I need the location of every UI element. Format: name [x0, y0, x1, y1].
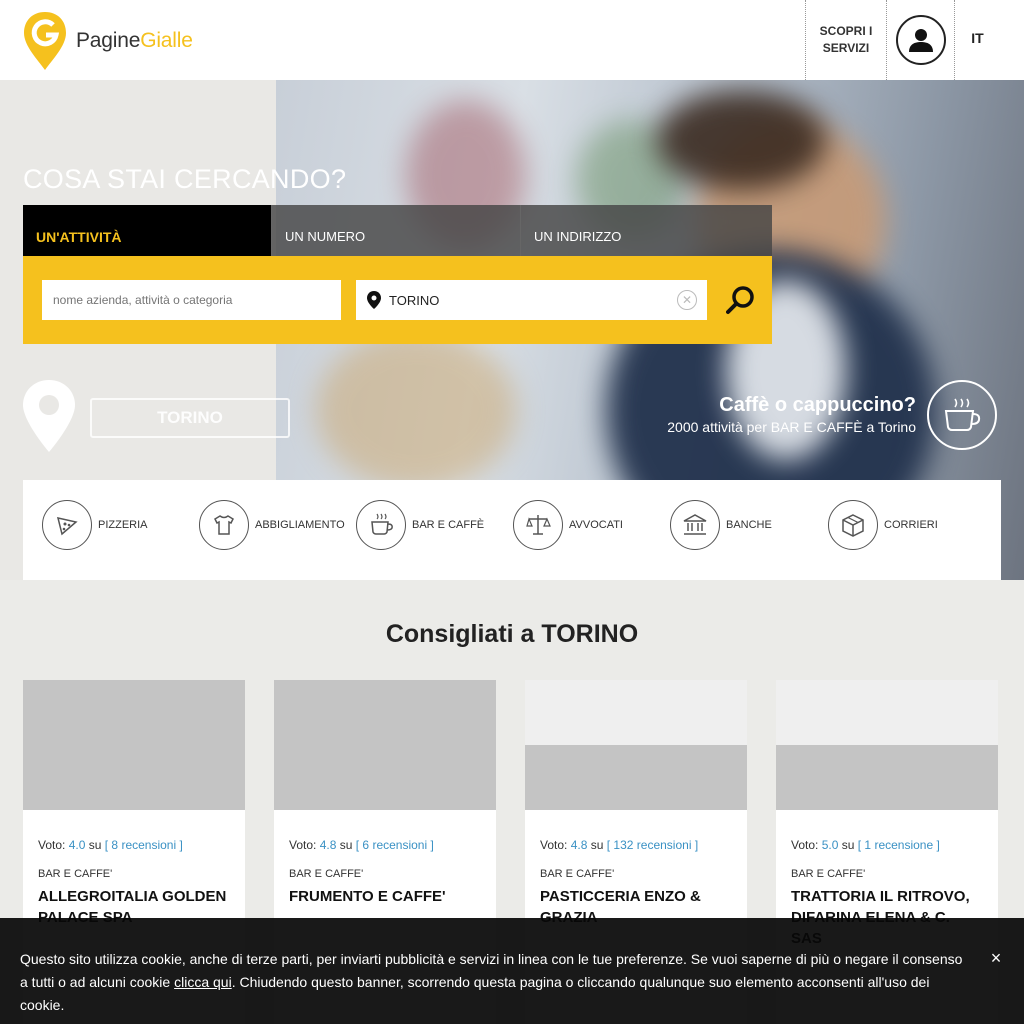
- business-rating: Voto: 4.8 su [ 132 recensioni ]: [540, 838, 699, 852]
- city-selector-button[interactable]: TORINO: [90, 398, 290, 438]
- user-icon: [908, 29, 933, 52]
- search-where-input[interactable]: TORINO ✕: [356, 280, 707, 320]
- tab-indirizzo[interactable]: UN INDIRIZZO: [521, 205, 772, 256]
- business-image: [525, 680, 747, 810]
- business-rating: Voto: 5.0 su [ 1 recensione ]: [791, 838, 940, 852]
- coffee-cup-icon: [371, 513, 393, 535]
- business-rating: Voto: 4.0 su [ 8 recensioni ]: [38, 838, 183, 852]
- category-avvocati[interactable]: AVVOCATI: [513, 500, 623, 550]
- category-banche[interactable]: BANCHE: [670, 500, 772, 550]
- category-pizzeria[interactable]: PIZZERIA: [42, 500, 148, 550]
- business-category: BAR E CAFFE': [540, 868, 615, 880]
- pagine-gialle-logo[interactable]: PagineGialle: [22, 10, 193, 72]
- location-pin-icon: [367, 291, 381, 309]
- site-header: PagineGialle SCOPRI I SERVIZI IT: [0, 0, 1024, 80]
- tab-attivita[interactable]: UN'ATTIVITÀ: [23, 205, 272, 256]
- category-label: AVVOCATI: [569, 519, 623, 531]
- user-account-button[interactable]: [887, 0, 955, 80]
- clear-location-icon[interactable]: ✕: [677, 290, 697, 310]
- hero-title: COSA STAI CERCANDO?: [23, 164, 347, 194]
- business-image: [23, 680, 245, 810]
- tab-numero[interactable]: UN NUMERO: [272, 205, 521, 256]
- business-image: [274, 680, 496, 810]
- search-tabs: UN'ATTIVITÀ UN NUMERO UN INDIRIZZO: [23, 205, 772, 256]
- logo-pin-icon: [24, 12, 66, 70]
- category-label: CORRIERI: [884, 519, 938, 531]
- search-where-value: TORINO: [389, 292, 440, 308]
- search-what-input[interactable]: [42, 280, 341, 320]
- promo-title: Caffè o cappuccino?: [719, 394, 916, 416]
- pizza-icon: [56, 517, 78, 536]
- business-name[interactable]: FRUMENTO E CAFFE': [289, 886, 481, 907]
- category-corrieri[interactable]: CORRIERI: [828, 500, 938, 550]
- category-label: PIZZERIA: [98, 519, 148, 531]
- reviews-link[interactable]: [ 6 recensioni ]: [356, 838, 434, 852]
- category-abbigliamento[interactable]: ABBIGLIAMENTO: [199, 500, 345, 550]
- business-category: BAR E CAFFE': [38, 868, 113, 880]
- promo-banner[interactable]: Caffè o cappuccino? 2000 attività per BA…: [667, 394, 916, 435]
- promo-coffee-button[interactable]: [927, 380, 997, 450]
- reviews-link[interactable]: [ 8 recensioni ]: [105, 838, 183, 852]
- logo-text-gialle: Gialle: [140, 29, 193, 52]
- business-image: [776, 680, 998, 810]
- discover-services-link[interactable]: SCOPRI I SERVIZI: [805, 0, 887, 80]
- scales-icon: [526, 515, 551, 535]
- recommended-title-prefix: Consigliati a: [385, 620, 535, 648]
- search-icon: [726, 286, 754, 314]
- cookie-info-link[interactable]: clicca qui: [174, 974, 232, 990]
- business-rating: Voto: 4.8 su [ 6 recensioni ]: [289, 838, 434, 852]
- categories-bar: PIZZERIA ABBIGLIAMENTO BAR E CAFFÈ AVVOC…: [23, 480, 1001, 580]
- bank-icon: [683, 514, 707, 535]
- category-label: BAR E CAFFÈ: [412, 519, 485, 531]
- coffee-cup-icon: [944, 398, 981, 431]
- business-category: BAR E CAFFE': [289, 868, 364, 880]
- search-button[interactable]: [723, 280, 759, 320]
- category-bar-caffe[interactable]: BAR E CAFFÈ: [356, 500, 484, 550]
- package-icon: [842, 514, 864, 537]
- reviews-link[interactable]: [ 1 recensione ]: [858, 838, 940, 852]
- recommended-title: Consigliati a TORINO: [0, 620, 1024, 649]
- tshirt-icon: [214, 515, 234, 535]
- promo-subtitle: 2000 attività per BAR E CAFFÈ a Torino: [667, 419, 916, 435]
- category-label: BANCHE: [726, 519, 772, 531]
- reviews-link[interactable]: [ 132 recensioni ]: [607, 838, 698, 852]
- close-icon[interactable]: ×: [986, 948, 1006, 968]
- category-label: ABBIGLIAMENTO: [255, 519, 345, 531]
- recommended-title-city: TORINO: [541, 620, 639, 648]
- location-marker-icon: [23, 380, 75, 452]
- business-category: BAR E CAFFE': [791, 868, 866, 880]
- cookie-banner: Questo sito utilizza cookie, anche di te…: [0, 918, 1024, 1024]
- logo-text-pagine: Pagine: [76, 29, 141, 52]
- language-selector[interactable]: IT: [955, 0, 1000, 80]
- search-bar: TORINO ✕: [23, 256, 772, 344]
